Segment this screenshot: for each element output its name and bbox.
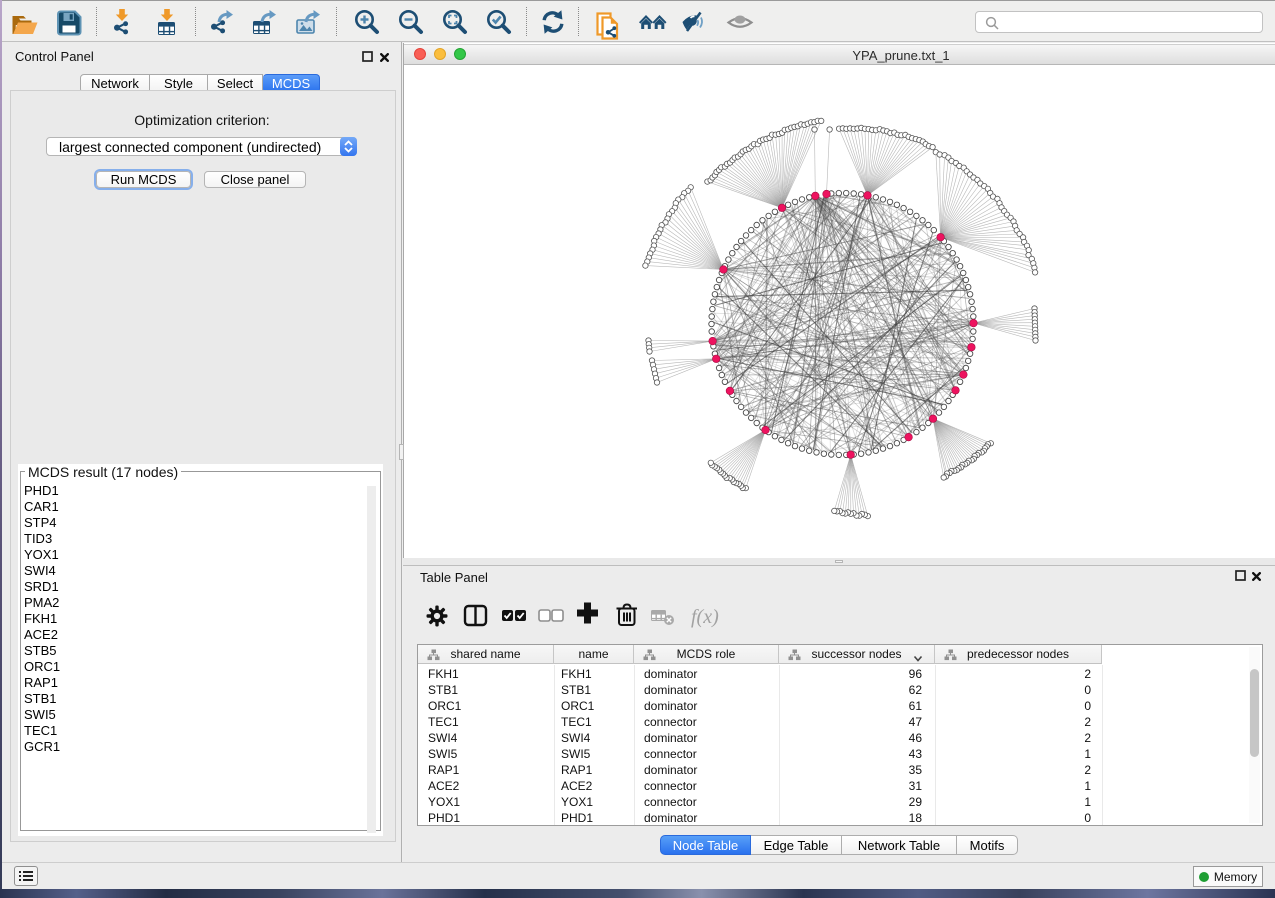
svg-text:f(x): f(x) [691,606,719,628]
